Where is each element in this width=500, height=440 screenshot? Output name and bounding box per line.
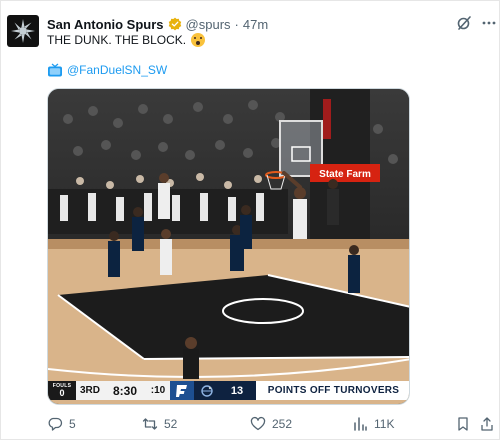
grok-icon[interactable] bbox=[456, 15, 472, 31]
television-emoji-icon bbox=[48, 63, 62, 77]
astonished-face-emoji-icon bbox=[191, 33, 206, 47]
video-frame: State Farm bbox=[48, 89, 409, 404]
magic-logo-icon bbox=[194, 381, 220, 400]
bookmark-button[interactable] bbox=[455, 413, 471, 435]
views-chart-icon bbox=[354, 417, 367, 431]
repost-count: 52 bbox=[164, 417, 178, 431]
more-options-icon[interactable] bbox=[481, 15, 497, 31]
spurs-logo-icon bbox=[11, 19, 35, 43]
verified-badge-icon bbox=[168, 17, 181, 31]
mention-line: @FanDuelSN_SW bbox=[47, 63, 167, 77]
timestamp[interactable]: 47m bbox=[243, 17, 268, 32]
reply-button[interactable]: 5 bbox=[47, 413, 76, 435]
display-name[interactable]: San Antonio Spurs bbox=[47, 17, 164, 32]
bookmark-icon bbox=[458, 417, 468, 431]
post-text: THE DUNK. THE BLOCK. bbox=[47, 33, 206, 47]
post-header: San Antonio Spurs @spurs · 47m bbox=[47, 15, 268, 33]
mention-link[interactable]: @FanDuelSN_SW bbox=[67, 63, 167, 77]
state-farm-sign: State Farm bbox=[319, 169, 371, 180]
scorebug-period: 3RD bbox=[76, 381, 104, 400]
heart-icon bbox=[250, 416, 266, 431]
views-button[interactable]: 11K bbox=[352, 413, 394, 435]
view-count: 11K bbox=[374, 417, 395, 431]
scorebug-shot-clock: :10 bbox=[146, 381, 170, 400]
post-card: San Antonio Spurs @spurs · 47m THE DUNK.… bbox=[0, 0, 500, 440]
scorebug-game-clock: 8:30 bbox=[104, 381, 146, 400]
action-bar: 5 52 252 11K bbox=[47, 413, 497, 435]
post-text-content: THE DUNK. THE BLOCK. bbox=[47, 33, 187, 47]
like-button[interactable]: 252 bbox=[250, 413, 292, 435]
reply-icon bbox=[48, 417, 63, 431]
reply-count: 5 bbox=[69, 417, 76, 431]
avatar[interactable] bbox=[7, 15, 39, 47]
share-icon bbox=[481, 417, 493, 431]
like-count: 252 bbox=[272, 417, 293, 431]
scorebug-fouls: FOULS 0 bbox=[48, 381, 76, 400]
scorebug-score: 13 bbox=[220, 381, 254, 400]
repost-button[interactable]: 52 bbox=[142, 413, 177, 435]
share-button[interactable] bbox=[479, 413, 495, 435]
scorebug: FOULS 0 3RD 8:30 :10 13 POINTS OFF TURNO… bbox=[48, 381, 409, 400]
fouls-value: 0 bbox=[59, 387, 65, 398]
fanduel-logo-icon bbox=[170, 381, 194, 400]
repost-icon bbox=[142, 418, 158, 430]
separator-dot: · bbox=[234, 16, 239, 32]
scorebug-banner: POINTS OFF TURNOVERS bbox=[254, 381, 409, 400]
video-player[interactable]: State Farm FOULS 0 3RD 8:30:10 13 POINT… bbox=[47, 88, 410, 405]
handle[interactable]: @spurs bbox=[186, 17, 231, 32]
